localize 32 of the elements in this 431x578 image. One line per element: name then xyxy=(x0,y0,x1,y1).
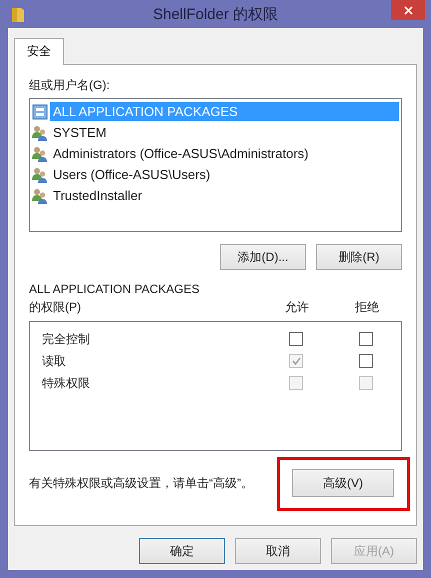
list-item[interactable]: Users (Office-ASUS\Users) xyxy=(50,165,214,184)
action-button[interactable]: 删除(R) xyxy=(316,244,402,270)
users-icon xyxy=(32,124,48,140)
users-icon xyxy=(32,146,48,162)
advanced-hint: 有关特殊权限或高级设置，请单击“高级”。 xyxy=(29,474,253,492)
list-item[interactable]: SYSTEM xyxy=(50,123,110,142)
close-button[interactable] xyxy=(391,0,425,20)
column-header: 允许 xyxy=(284,299,310,316)
permission-name: 特殊权限 xyxy=(41,374,91,392)
advanced-button[interactable]: 高级(V) xyxy=(292,469,394,497)
checkbox[interactable] xyxy=(359,332,373,346)
dialog-button[interactable]: 确定 xyxy=(139,538,225,564)
folder-icon xyxy=(12,6,24,22)
users-icon xyxy=(32,166,48,182)
list-label: 组或用户名(G): xyxy=(29,77,111,94)
list-item[interactable]: TrustedInstaller xyxy=(50,186,146,205)
checkbox[interactable] xyxy=(359,354,373,368)
list-item[interactable]: Administrators (Office-ASUS\Administrators) xyxy=(50,144,312,163)
permission-label: 的权限(P) xyxy=(29,299,82,316)
action-button[interactable]: 添加(D)... xyxy=(220,244,306,270)
dialog-button[interactable]: 取消 xyxy=(235,538,321,564)
column-header: 拒绝 xyxy=(354,299,380,316)
package-group-icon xyxy=(32,104,48,120)
permission-name: 读取 xyxy=(41,352,67,370)
window-title: ShellFolder 的权限 xyxy=(152,4,278,24)
close-icon xyxy=(404,6,412,14)
checkbox[interactable] xyxy=(289,332,303,346)
permission-subject: ALL APPLICATION PACKAGES xyxy=(29,282,201,296)
users-icon xyxy=(32,188,48,204)
check-icon xyxy=(292,357,300,365)
tab[interactable]: 安全 xyxy=(14,38,64,65)
permission-name: 完全控制 xyxy=(41,330,91,348)
